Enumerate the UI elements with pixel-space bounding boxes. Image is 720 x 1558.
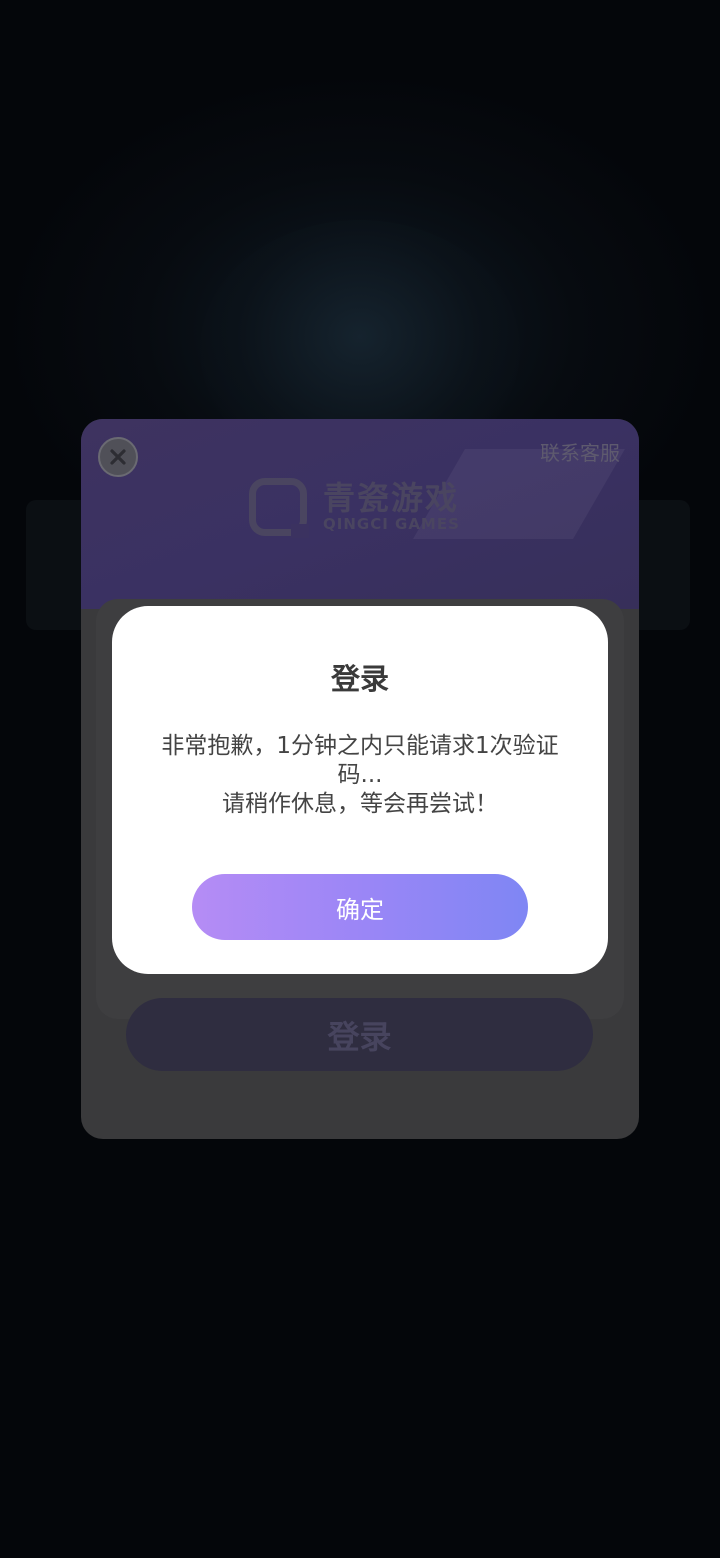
login-screen: 联系客服 青瓷游戏 QINGCI GAMES 登录 登录 非常抱歉，1分钟之内只… xyxy=(0,0,720,1558)
brand-mark-icon xyxy=(249,478,309,538)
login-button[interactable]: 登录 xyxy=(126,998,593,1071)
dialog-message-line1: 非常抱歉，1分钟之内只能请求1次验证码... xyxy=(161,733,559,788)
brand-text: 青瓷游戏 QINGCI GAMES xyxy=(323,481,460,533)
close-button[interactable] xyxy=(98,437,138,477)
dialog-message: 非常抱歉，1分钟之内只能请求1次验证码... 请稍作休息，等会再尝试！ xyxy=(142,732,578,819)
dialog-title: 登录 xyxy=(330,662,389,696)
alert-dialog: 登录 非常抱歉，1分钟之内只能请求1次验证码... 请稍作休息，等会再尝试！ 确… xyxy=(112,606,608,974)
brand-name-cn: 青瓷游戏 xyxy=(323,479,460,517)
brand-logo: 青瓷游戏 QINGCI GAMES xyxy=(249,477,460,538)
contact-support-link[interactable]: 联系客服 xyxy=(540,437,620,466)
confirm-button[interactable]: 确定 xyxy=(192,874,528,940)
brand-name-en: QINGCI GAMES xyxy=(323,515,460,533)
close-icon xyxy=(108,447,128,467)
dialog-message-line2: 请稍作休息，等会再尝试！ xyxy=(222,791,498,817)
